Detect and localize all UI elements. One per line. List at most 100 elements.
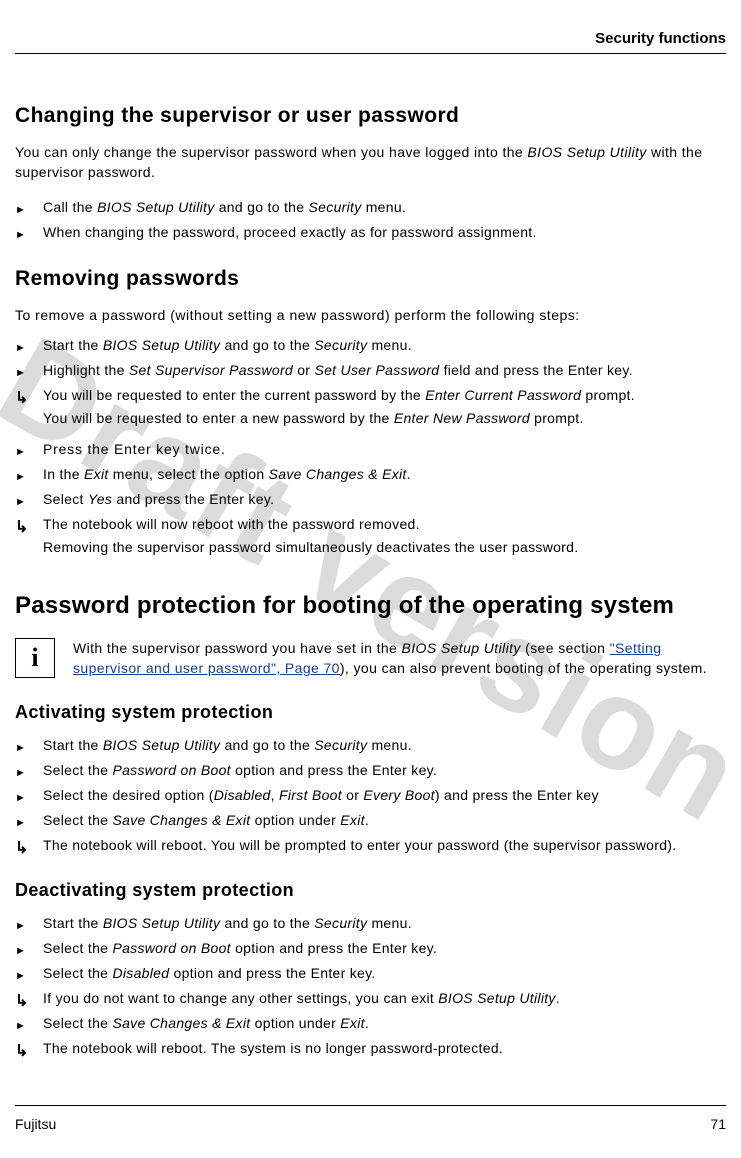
text: option and press the Enter key. (231, 762, 437, 778)
result-item: The notebook will reboot. The system is … (15, 1038, 726, 1059)
text: menu. (367, 915, 412, 931)
text: menu, select the option (109, 466, 269, 482)
step-item: Start the BIOS Setup Utility and go to t… (15, 913, 726, 934)
text: Select the (43, 1015, 112, 1031)
text: . (365, 812, 369, 828)
text: Highlight the (43, 362, 129, 378)
text: Select the (43, 940, 112, 956)
text-italic: BIOS Setup Utility (438, 990, 555, 1006)
step-item: Press the Enter key twice. (15, 439, 726, 460)
step-item: Start the BIOS Setup Utility and go to t… (15, 735, 726, 756)
text-italic: Disabled (214, 787, 271, 803)
text-italic: Password on Boot (112, 940, 230, 956)
text: menu. (367, 737, 412, 753)
step-item: Start the BIOS Setup Utility and go to t… (15, 335, 726, 356)
text-italic: BIOS Setup Utility (103, 915, 220, 931)
footer-brand: Fujitsu (15, 1116, 56, 1132)
text: option under (250, 812, 340, 828)
text: Select the desired option ( (43, 787, 214, 803)
result-marker-icon (15, 990, 35, 1014)
action-marker-icon (15, 199, 35, 220)
action-marker-icon (15, 491, 35, 512)
text: and go to the (220, 737, 314, 753)
action-marker-icon (15, 466, 35, 487)
text-italic: BIOS Setup Utility (97, 199, 214, 215)
text: . (556, 990, 560, 1006)
step-item: Select the desired option (Disabled, Fir… (15, 785, 726, 806)
text-italic: Save Changes & Exit (112, 812, 250, 828)
text: Start the (43, 915, 103, 931)
step-item: Highlight the Set Supervisor Password or… (15, 360, 726, 381)
header-rule (15, 53, 726, 54)
action-marker-icon (15, 915, 35, 936)
text: Select (43, 491, 88, 507)
text: Select the (43, 812, 112, 828)
result-item: The notebook will reboot. You will be pr… (15, 835, 726, 856)
text-italic: Password on Boot (112, 762, 230, 778)
result-item: If you do not want to change any other s… (15, 988, 726, 1009)
text-italic: BIOS Setup Utility (103, 737, 220, 753)
step-item: Select the Password on Boot option and p… (15, 938, 726, 959)
text: Select the (43, 965, 112, 981)
text: or (293, 362, 314, 378)
text: , (271, 787, 279, 803)
text: The notebook will reboot. You will be pr… (43, 835, 726, 856)
info-box: i With the supervisor password you have … (15, 638, 726, 679)
info-icon: i (15, 638, 55, 678)
action-marker-icon (15, 940, 35, 961)
result-marker-icon (15, 387, 35, 411)
action-marker-icon (15, 441, 35, 462)
text: . (407, 466, 411, 482)
text: prompt. (530, 410, 584, 426)
step-item: Select the Password on Boot option and p… (15, 760, 726, 781)
text: . (365, 1015, 369, 1031)
result-marker-icon (15, 1040, 35, 1064)
heading-activating: Activating system protection (15, 702, 726, 723)
text: menu. (362, 199, 407, 215)
text: menu. (367, 337, 412, 353)
action-marker-icon (15, 362, 35, 383)
text: Removing the supervisor password simulta… (43, 537, 726, 558)
text-italic: Yes (88, 491, 112, 507)
text-italic: BIOS Setup Utility (402, 640, 521, 656)
text-italic: Set User Password (314, 362, 439, 378)
text: You can only change the supervisor passw… (15, 144, 527, 160)
footer-page-number: 71 (710, 1116, 726, 1132)
text: The notebook will reboot. The system is … (43, 1038, 726, 1059)
text: (see section (521, 640, 610, 656)
text: and go to the (220, 915, 314, 931)
step-item: When changing the password, proceed exac… (15, 222, 726, 243)
footer-rule (15, 1105, 726, 1106)
text: ), you can also prevent booting of the o… (340, 660, 707, 676)
text-italic: Exit (340, 1015, 365, 1031)
text-italic: Security (314, 337, 367, 353)
text-italic: BIOS Setup Utility (527, 144, 646, 160)
step-item: Select the Disabled option and press the… (15, 963, 726, 984)
result-marker-icon (15, 837, 35, 861)
text: The notebook will now reboot with the pa… (43, 514, 726, 535)
heading-boot-protection: Password protection for booting of the o… (15, 592, 726, 620)
text: field and press the Enter key. (439, 362, 632, 378)
result-item: You will be requested to enter the curre… (15, 385, 726, 429)
text: Start the (43, 737, 103, 753)
text: Press the Enter key twice. (43, 439, 726, 460)
text: and go to the (215, 199, 309, 215)
action-marker-icon (15, 965, 35, 986)
step-item: Select the Save Changes & Exit option un… (15, 1013, 726, 1034)
text: In the (43, 466, 84, 482)
step-item: Select the Save Changes & Exit option un… (15, 810, 726, 831)
text-italic: Every Boot (363, 787, 434, 803)
text: option and press the Enter key. (169, 965, 375, 981)
step-item: Call the BIOS Setup Utility and go to th… (15, 197, 726, 218)
text-italic: Enter Current Password (425, 387, 581, 403)
text-italic: Enter New Password (394, 410, 530, 426)
heading-deactivating: Deactivating system protection (15, 880, 726, 901)
text: Start the (43, 337, 103, 353)
text: If you do not want to change any other s… (43, 990, 438, 1006)
step-item: In the Exit menu, select the option Save… (15, 464, 726, 485)
heading-changing: Changing the supervisor or user password (15, 104, 726, 128)
text: You will be requested to enter a new pas… (43, 410, 394, 426)
text: When changing the password, proceed exac… (43, 222, 726, 243)
text-italic: Security (314, 915, 367, 931)
changing-intro: You can only change the supervisor passw… (15, 142, 726, 183)
